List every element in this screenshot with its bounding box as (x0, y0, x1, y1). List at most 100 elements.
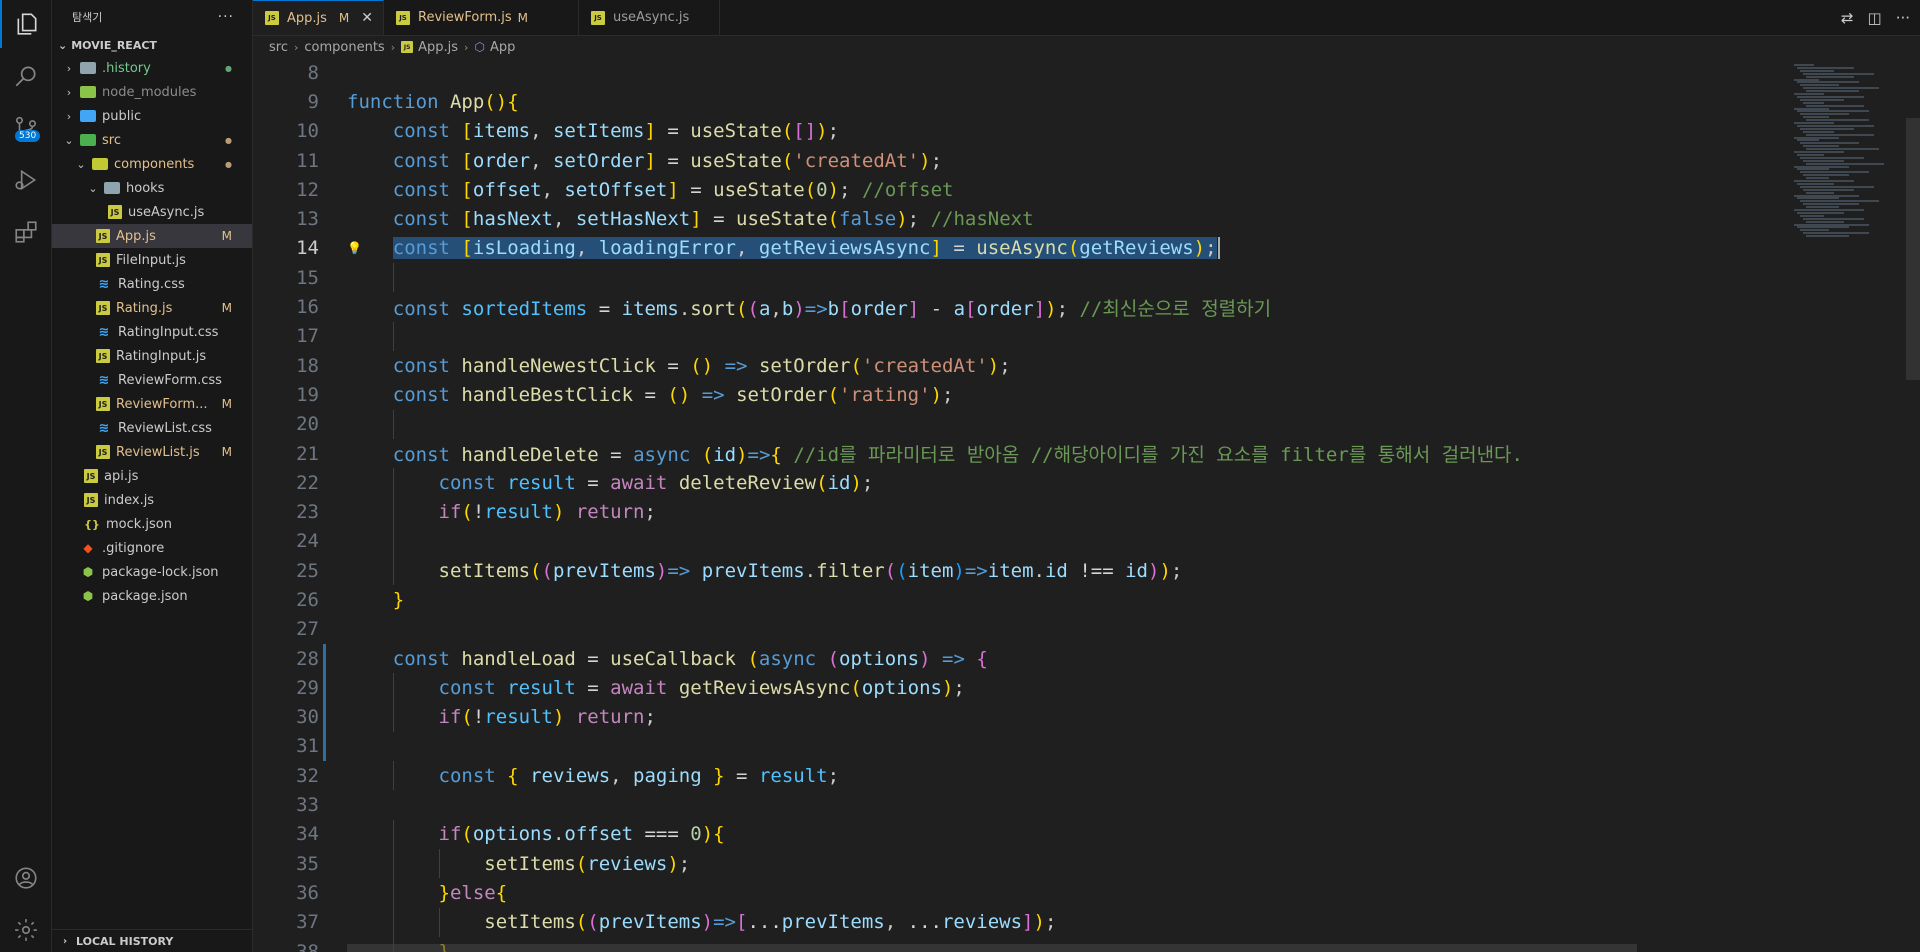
run-debug-icon[interactable] (0, 156, 51, 204)
code-line[interactable]: 9 function App(){ (253, 87, 1788, 116)
tree-item[interactable]: JS Rating.js M (52, 296, 252, 320)
tree-item[interactable]: ⌄ hooks (52, 176, 252, 200)
tree-item[interactable]: JS App.js M (52, 224, 252, 248)
horizontal-scrollbar[interactable] (347, 944, 1637, 952)
more-actions-icon[interactable]: ··· (1896, 9, 1910, 27)
tree-item[interactable]: ◆ .gitignore (52, 536, 252, 560)
minimap-line (1800, 142, 1859, 145)
code-line[interactable]: 11 const [order, setOrder] = useState('c… (253, 146, 1788, 175)
compare-changes-icon[interactable]: ⇄ (1841, 9, 1854, 27)
tree-item-label: hooks (126, 180, 165, 196)
code-line[interactable]: 13 const [hasNext, setHasNext] = useStat… (253, 204, 1788, 233)
local-history-section[interactable]: › LOCAL HISTORY (52, 929, 252, 952)
tree-item[interactable]: › .history ● (52, 56, 252, 80)
tree-item[interactable]: JS api.js (52, 464, 252, 488)
tree-item[interactable]: JS index.js (52, 488, 252, 512)
code-line[interactable]: 17 (253, 321, 1788, 351)
extensions-icon[interactable] (0, 208, 51, 256)
tree-item[interactable]: ≋ RatingInput.css (52, 320, 252, 344)
breadcrumb-src[interactable]: src (269, 40, 288, 55)
project-root[interactable]: ⌄ MOVIE_REACT (52, 34, 252, 56)
code-text: if(options.offset === 0){ (438, 823, 725, 846)
code-line[interactable]: 18 const handleNewestClick = () => setOr… (253, 351, 1788, 380)
tree-item[interactable]: JS useAsync.js (52, 200, 252, 224)
minimap-line (1806, 104, 1864, 107)
code-text: const handleLoad = useCallback (async (o… (392, 647, 988, 670)
tree-item[interactable]: JS ReviewForm... M (52, 392, 252, 416)
code-line[interactable]: 8 (253, 58, 1788, 87)
tree-item[interactable]: JS FileInput.js (52, 248, 252, 272)
tree-item[interactable]: › node_modules (52, 80, 252, 104)
accounts-icon[interactable] (0, 854, 51, 902)
tab-reviewform-js[interactable]: JS ReviewForm.js M (384, 0, 580, 35)
minimap-line (1806, 75, 1854, 78)
code-line[interactable]: 19 const handleBestClick = () => setOrde… (253, 380, 1788, 409)
breadcrumb-components[interactable]: components (304, 40, 384, 55)
split-editor-icon[interactable]: ◫ (1868, 9, 1882, 27)
folder-icon (80, 60, 96, 76)
minimap-line (1803, 203, 1859, 206)
code-line[interactable]: 21 const handleDelete = async (id)=>{ //… (253, 439, 1788, 468)
code-line[interactable]: 24 (253, 526, 1788, 557)
tree-item[interactable]: JS ReviewList.js M (52, 440, 252, 464)
tree-item[interactable]: ⬢ package.json (52, 584, 252, 608)
code-line[interactable]: 20 (253, 409, 1788, 439)
git-file-icon: ◆ (83, 541, 93, 555)
tree-item-label: package-lock.json (102, 564, 219, 580)
chevron-down-icon: ⌄ (88, 181, 98, 195)
code-line[interactable]: 37 setItems((prevItems)=>[...prevItems, … (253, 907, 1788, 937)
tree-item[interactable]: ⌄ components ● (52, 152, 252, 176)
close-icon[interactable]: ✕ (361, 10, 373, 26)
tab-useasync-js[interactable]: JS useAsync.js (579, 0, 721, 35)
breadcrumb: src › components › JS App.js › ⬡ App (253, 36, 1920, 58)
code-line[interactable]: 30 if(!result) return; (253, 702, 1788, 732)
code-line[interactable]: 31 (253, 732, 1788, 761)
minimap-line (1800, 156, 1864, 159)
vertical-scrollbar-thumb[interactable] (1906, 118, 1920, 380)
code-line[interactable]: 10 const [items, setItems] = useState([]… (253, 117, 1788, 146)
tree-item[interactable]: ≋ Rating.css (52, 272, 252, 296)
js-file-icon: JS (96, 445, 110, 459)
code-line[interactable]: 26 } (253, 585, 1788, 614)
code-line[interactable]: 36 }else{ (253, 878, 1788, 908)
minimap[interactable] (1788, 58, 1906, 952)
code-line[interactable]: 25 setItems((prevItems)=> prevItems.filt… (253, 556, 1788, 586)
settings-gear-icon[interactable] (0, 906, 51, 952)
indent-guide (438, 849, 440, 879)
tree-item[interactable]: › public (52, 104, 252, 128)
breadcrumb-symbol[interactable]: App (490, 40, 515, 55)
code-line[interactable]: 32 const { reviews, paging } = result; (253, 761, 1788, 791)
code-line[interactable]: 27 (253, 615, 1788, 644)
tree-item[interactable]: JS RatingInput.js (52, 344, 252, 368)
indent-guide (392, 526, 394, 557)
indent-guide (392, 673, 394, 703)
tree-item[interactable]: ⌄ src ● (52, 128, 252, 152)
code-line[interactable]: 16 const sortedItems = items.sort((a,b)=… (253, 292, 1788, 321)
code-line[interactable]: 35 setItems(reviews); (253, 849, 1788, 879)
js-file-icon: JS (84, 469, 98, 483)
code-line[interactable]: 33 (253, 790, 1788, 819)
breadcrumb-file[interactable]: App.js (418, 40, 458, 55)
tree-item[interactable]: {} mock.json (52, 512, 252, 536)
tree-item[interactable]: ≋ ReviewList.css (52, 416, 252, 440)
code-editor[interactable]: 8 9 function App(){10 const [items, setIte… (253, 58, 1788, 952)
code-line[interactable]: 15 (253, 263, 1788, 293)
tree-item[interactable]: ≋ ReviewForm.css (52, 368, 252, 392)
code-line[interactable]: 14 💡 const [isLoading, loadingError, getR… (253, 234, 1788, 263)
code-line[interactable]: 34 if(options.offset === 0){ (253, 819, 1788, 850)
line-number: 23 (296, 501, 319, 524)
tree-item[interactable]: ⬢ package-lock.json (52, 560, 252, 584)
explorer-icon[interactable] (0, 0, 51, 48)
search-icon[interactable] (0, 52, 51, 100)
lightbulb-icon[interactable]: 💡 (347, 241, 362, 255)
code-text: const [items, setItems] = useState([]); (392, 120, 840, 143)
more-actions-button[interactable]: ··· (218, 9, 234, 25)
source-control-icon[interactable]: 530 (0, 104, 51, 152)
tab-app-js[interactable]: JS App.js M ✕ (253, 0, 385, 35)
code-line[interactable]: 28 const handleLoad = useCallback (async… (253, 644, 1788, 673)
code-line[interactable]: 23 if(!result) return; (253, 497, 1788, 527)
code-line[interactable]: 22 const result = await deleteReview(id)… (253, 468, 1788, 498)
code-line[interactable]: 12 const [offset, setOffset] = useState(… (253, 175, 1788, 204)
code-line[interactable]: 29 const result = await getReviewsAsync(… (253, 673, 1788, 703)
line-number: 29 (296, 676, 319, 699)
